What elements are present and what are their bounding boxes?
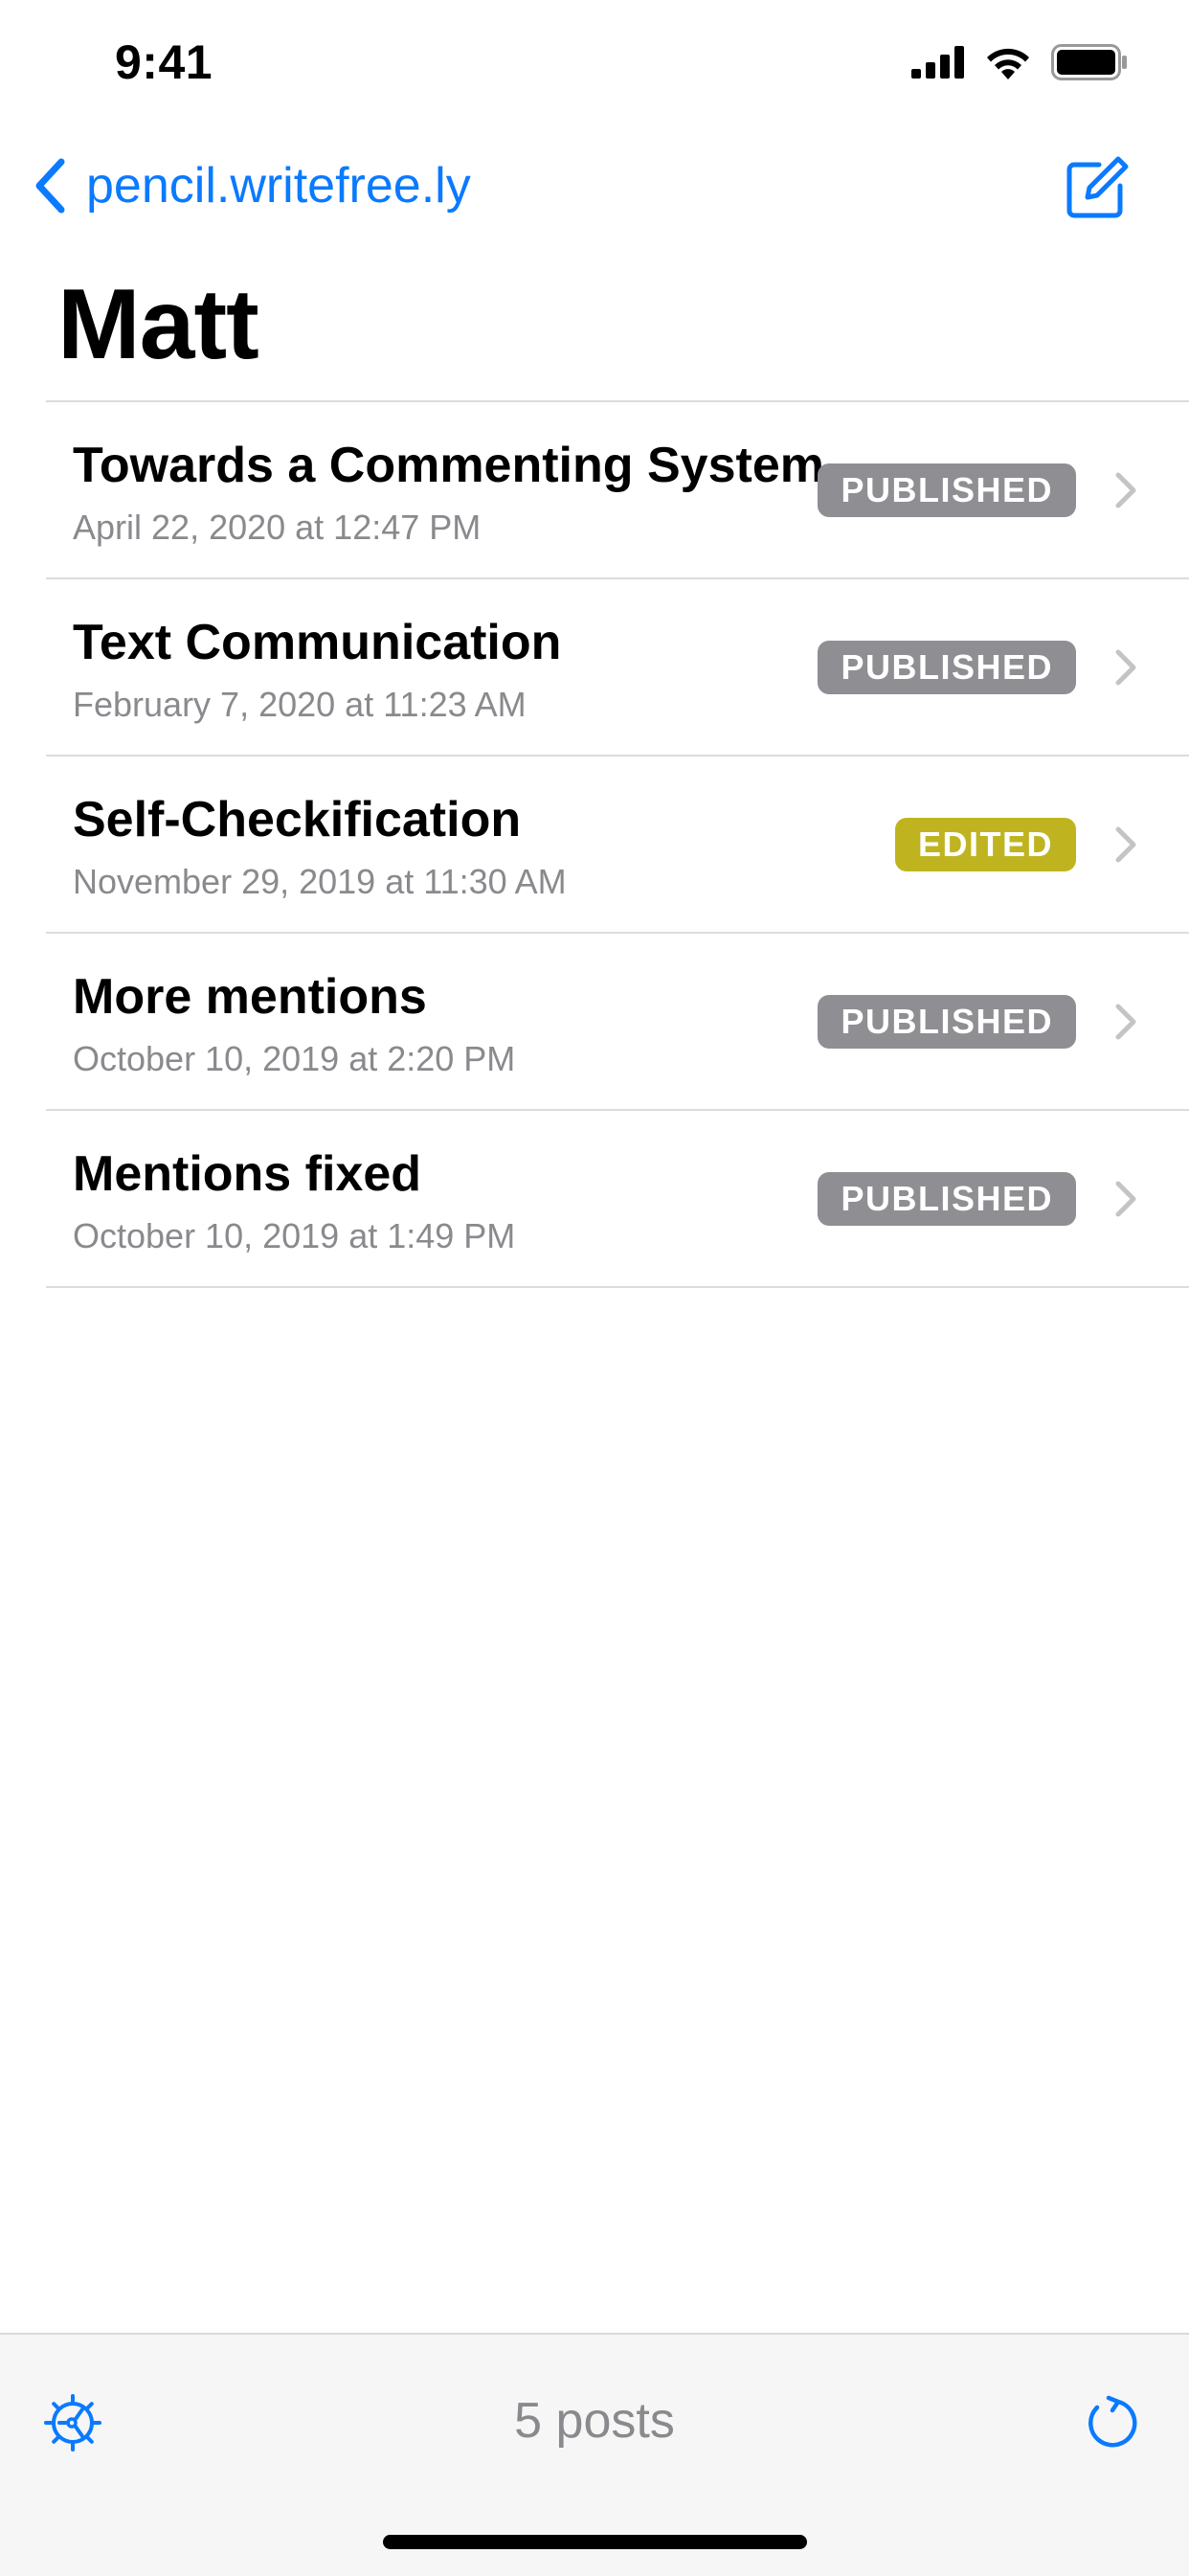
status-time: 9:41 [115,35,213,89]
post-date: November 29, 2019 at 11:30 AM [73,862,567,901]
cellular-signal-icon [911,46,964,79]
chevron-right-icon [1115,826,1136,863]
post-date: October 10, 2019 at 1:49 PM [73,1216,516,1255]
back-button[interactable]: pencil.writefree.ly [34,157,471,215]
post-title: Mentions fixed [73,1146,422,1202]
chevron-left-icon [35,158,65,214]
post-row[interactable]: Text Communication February 7, 2020 at 1… [46,579,1189,757]
status-badge: PUBLISHED [818,995,1076,1049]
post-date: October 10, 2019 at 2:20 PM [73,1039,516,1078]
chevron-right-icon [1115,1181,1136,1217]
status-badge: PUBLISHED [818,463,1076,517]
post-list: Towards a Commenting System April 22, 20… [46,400,1189,1288]
post-title: Text Communication [73,615,562,670]
status-bar: 9:41 [0,0,1189,134]
post-row[interactable]: More mentions October 10, 2019 at 2:20 P… [46,934,1189,1111]
chevron-right-icon [1115,1004,1136,1040]
post-title: Towards a Commenting System [73,438,824,493]
post-date: April 22, 2020 at 12:47 PM [73,508,482,547]
page-title: Matt [57,269,259,380]
chevron-right-icon [1115,472,1136,508]
status-badge: PUBLISHED [818,1172,1076,1226]
post-date: February 7, 2020 at 11:23 AM [73,685,527,724]
status-badge: PUBLISHED [818,641,1076,694]
post-title: Self-Checkification [73,792,522,847]
post-title: More mentions [73,969,427,1025]
compose-icon[interactable] [1065,155,1130,220]
home-indicator[interactable] [383,2535,807,2549]
post-row[interactable]: Mentions fixed October 10, 2019 at 1:49 … [46,1111,1189,1288]
post-row[interactable]: Towards a Commenting System April 22, 20… [46,402,1189,579]
wifi-icon [987,48,1029,79]
status-badge: EDITED [894,818,1076,871]
post-count: 5 posts [514,2393,675,2449]
post-row[interactable]: Self-Checkification November 29, 2019 at… [46,757,1189,934]
refresh-icon[interactable] [1082,2392,1141,2452]
navigation-bar: pencil.writefree.ly [0,144,1189,239]
status-icons [911,44,1128,80]
battery-icon [1051,44,1127,80]
back-button-label: pencil.writefree.ly [86,158,471,214]
chevron-right-icon [1115,649,1136,686]
